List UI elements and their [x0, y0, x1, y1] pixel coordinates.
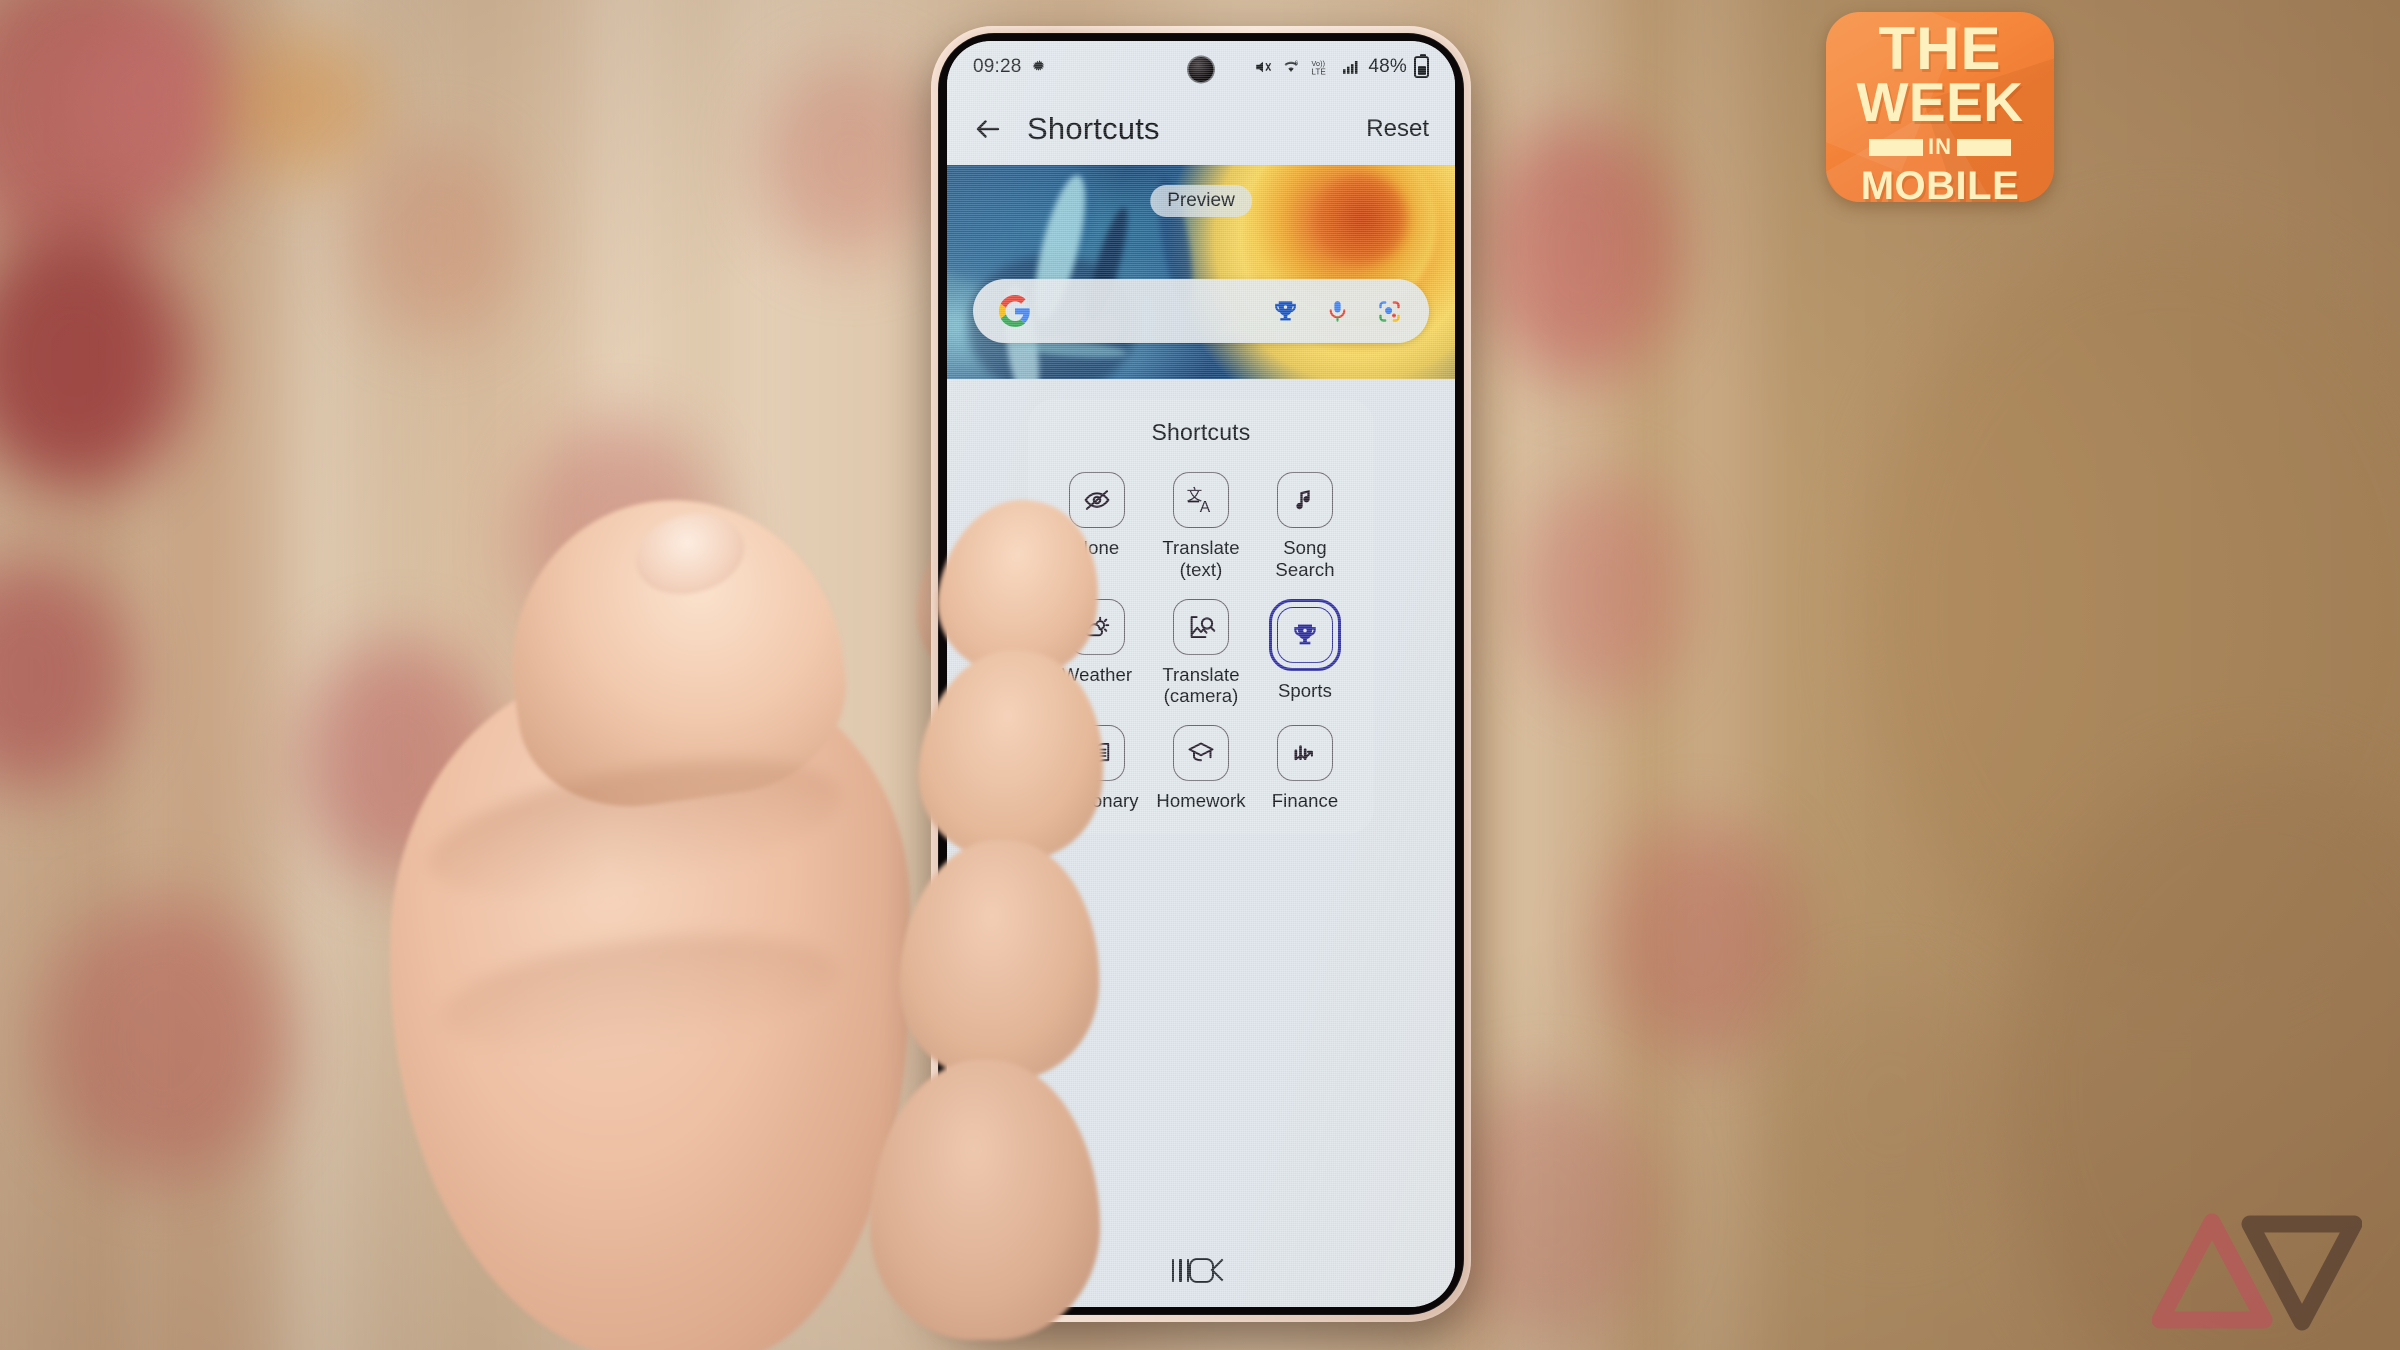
battery-percent: 48% [1368, 56, 1407, 77]
badge-line-4: MOBILE [1860, 164, 2020, 202]
front-camera-punch-hole [1188, 57, 1214, 82]
fingers-front-right [870, 480, 1230, 1350]
preview-badge: Preview [1150, 185, 1252, 217]
badge-bar-right [1957, 138, 2011, 156]
finance-chart-icon [1291, 739, 1319, 767]
sports-shortcut-icon[interactable] [1272, 298, 1299, 325]
badge-in-row: IN [1869, 134, 2011, 160]
shortcut-tile [1277, 606, 1333, 663]
google-search-bar[interactable] [973, 279, 1429, 343]
shortcut-option-song-search[interactable]: Song Search [1253, 472, 1357, 581]
reset-button[interactable]: Reset [1366, 115, 1429, 143]
music-note-icon [1291, 486, 1319, 514]
clock: 09:28 [973, 56, 1022, 77]
badge-line-2: WEEK [1856, 70, 2024, 133]
status-bar-left: 09:28 [973, 56, 1048, 78]
svg-text:6: 6 [1295, 61, 1299, 67]
status-bar: 09:28 6 Vo)) LTE 48% [947, 41, 1455, 93]
svg-text:Vo)): Vo)) [1312, 59, 1326, 67]
back-arrow-icon[interactable] [973, 114, 1003, 144]
svg-text:LTE: LTE [1312, 67, 1326, 76]
status-bar-right: 6 Vo)) LTE 48% [1253, 54, 1429, 78]
google-g-icon [999, 295, 1031, 327]
battery-icon [1414, 54, 1429, 78]
shortcut-label: Sports [1277, 679, 1333, 701]
volte-icon: Vo)) LTE [1309, 58, 1333, 77]
shortcut-tile [1277, 725, 1333, 782]
badge-line-3: IN [1928, 134, 1952, 160]
android-police-logo [2151, 1208, 2363, 1336]
badge-line-1: THE [1878, 15, 2002, 82]
shortcut-option-finance[interactable]: Finance [1253, 725, 1357, 812]
google-lens-icon[interactable] [1376, 298, 1403, 325]
app-bar: Shortcuts Reset [947, 93, 1455, 165]
search-bar-actions [1272, 298, 1403, 325]
wifi6-icon: 6 [1280, 58, 1302, 76]
selection-ring [1269, 598, 1341, 671]
shortcut-label: Finance [1271, 790, 1339, 812]
badge-bar-left [1869, 138, 1923, 156]
shortcut-label: Song Search [1275, 537, 1335, 580]
sun-core [1317, 173, 1409, 265]
finger-tip [909, 640, 1116, 870]
shortcut-option-sports[interactable]: Sports [1253, 598, 1357, 708]
shortcut-tile [1277, 472, 1333, 528]
snowflake-icon [1031, 59, 1048, 76]
wallpaper-preview: Preview [947, 165, 1455, 379]
page-title: Shortcuts [1027, 111, 1160, 146]
trophy-icon [1291, 621, 1319, 649]
mute-icon [1253, 58, 1273, 76]
voice-search-icon[interactable] [1325, 298, 1350, 325]
shortcuts-card-title: Shortcuts [1151, 419, 1251, 445]
signal-bars-icon [1340, 58, 1361, 76]
the-week-in-mobile-badge: THE WEEK IN MOBILE [1826, 12, 2054, 202]
